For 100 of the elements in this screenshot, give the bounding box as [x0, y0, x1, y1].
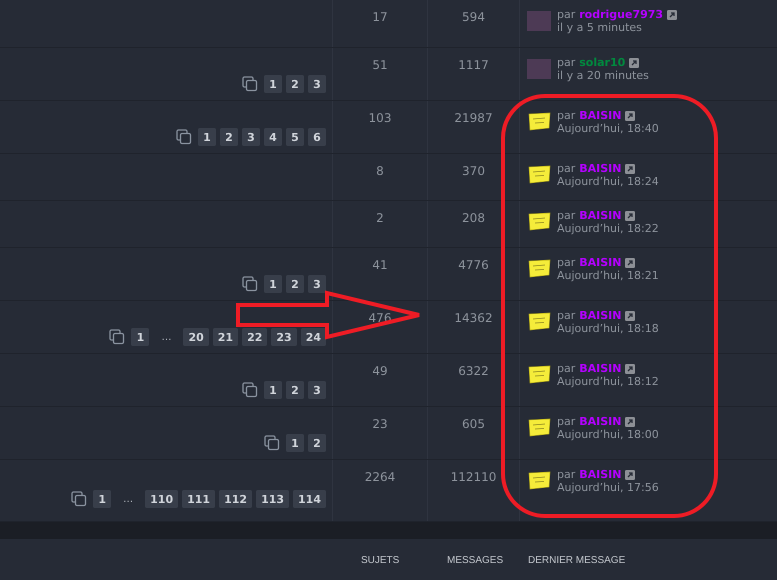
- page-link[interactable]: 3: [308, 75, 326, 93]
- page-link[interactable]: 1: [131, 328, 150, 346]
- page-link[interactable]: 113: [256, 490, 290, 508]
- message-count: 1117: [458, 58, 489, 74]
- post-time: Aujourd’hui, 18:18: [557, 322, 659, 335]
- page-link[interactable]: 4: [264, 128, 282, 146]
- topic-count: 8: [376, 164, 384, 180]
- by-label: par: [557, 209, 576, 222]
- page-link[interactable]: 3: [308, 275, 326, 293]
- page-link[interactable]: 21: [212, 328, 238, 346]
- page-ellipsis: …: [160, 332, 172, 342]
- page-link[interactable]: 24: [300, 328, 326, 346]
- message-count: 21987: [454, 111, 493, 127]
- page-link[interactable]: 1: [264, 381, 282, 399]
- message-count: 208: [462, 211, 485, 227]
- page-link[interactable]: 6: [308, 128, 326, 146]
- by-label: par: [557, 256, 576, 269]
- post-time: Aujourd’hui, 18:22: [557, 222, 659, 235]
- topic-count: 17: [372, 10, 388, 26]
- pages-icon: [109, 329, 126, 345]
- by-label: par: [557, 8, 576, 21]
- page-link[interactable]: 1: [198, 128, 216, 146]
- post-time: Aujourd’hui, 18:40: [557, 122, 659, 135]
- sticky-note-icon: [527, 471, 551, 491]
- go-to-post-icon[interactable]: [625, 470, 636, 480]
- sticky-note-icon: [527, 112, 551, 132]
- by-label: par: [557, 162, 576, 175]
- page-link[interactable]: 2: [286, 275, 304, 293]
- pages-icon: [176, 129, 192, 145]
- post-time: il y a 20 minutes: [557, 69, 649, 82]
- go-to-post-icon[interactable]: [625, 164, 636, 174]
- topic-count: 2264: [364, 470, 396, 486]
- pages-icon: [71, 491, 88, 507]
- topic-count: 51: [372, 58, 388, 74]
- by-label: par: [557, 109, 576, 122]
- avatar-photo: [527, 11, 551, 31]
- by-label: par: [557, 468, 576, 481]
- message-count: 6322: [458, 364, 489, 380]
- message-count: 594: [462, 10, 485, 26]
- by-label: par: [557, 56, 576, 69]
- page-link[interactable]: 23: [271, 328, 297, 346]
- topic-count: 23: [372, 417, 388, 433]
- go-to-post-icon[interactable]: [625, 364, 636, 374]
- message-count: 605: [462, 417, 485, 433]
- post-time: il y a 5 minutes: [557, 21, 643, 34]
- page-link[interactable]: 114: [293, 490, 326, 508]
- go-to-post-icon[interactable]: [629, 58, 640, 68]
- post-time: Aujourd’hui, 18:12: [557, 375, 659, 388]
- page-link[interactable]: 2: [286, 381, 304, 399]
- go-to-post-icon[interactable]: [625, 210, 636, 220]
- column-heading: MESSAGES: [447, 554, 504, 566]
- page-link[interactable]: 3: [242, 128, 260, 146]
- message-count: 370: [462, 164, 485, 180]
- page-link[interactable]: 1: [264, 275, 282, 293]
- by-label: par: [557, 309, 576, 322]
- page-link[interactable]: 1: [286, 434, 304, 452]
- page-link[interactable]: 3: [308, 381, 326, 399]
- topic-count: 103: [368, 111, 392, 127]
- message-count: 4776: [458, 258, 489, 274]
- topic-count: 41: [372, 258, 388, 274]
- pages-icon: [242, 382, 258, 398]
- page-link[interactable]: 22: [242, 328, 268, 346]
- page-link[interactable]: 110: [145, 490, 178, 508]
- go-to-post-icon[interactable]: [667, 10, 678, 20]
- go-to-post-icon[interactable]: [625, 416, 636, 426]
- topic-count: 49: [372, 364, 388, 380]
- pages-icon: [242, 276, 258, 292]
- page-link[interactable]: 112: [219, 490, 252, 508]
- page-link[interactable]: 111: [182, 490, 216, 508]
- page-ellipsis: …: [122, 494, 134, 504]
- page-link[interactable]: 2: [286, 75, 304, 93]
- go-to-post-icon[interactable]: [625, 310, 636, 320]
- go-to-post-icon[interactable]: [625, 110, 636, 120]
- page-link[interactable]: 2: [220, 128, 238, 146]
- by-label: par: [557, 362, 576, 375]
- page-link[interactable]: 5: [286, 128, 304, 146]
- sticky-note-icon: [527, 365, 551, 385]
- message-count: 14362: [454, 311, 493, 327]
- sticky-note-icon: [527, 165, 551, 185]
- column-heading: DERNIER MESSAGE: [528, 554, 626, 566]
- sticky-note-icon: [527, 259, 551, 279]
- sticky-note-icon: [527, 312, 551, 332]
- message-count: 112110: [450, 470, 496, 486]
- by-label: par: [557, 415, 576, 428]
- page-link[interactable]: 2: [308, 434, 326, 452]
- sticky-note-icon: [527, 418, 551, 438]
- page-link[interactable]: 1: [93, 490, 112, 508]
- post-time: Aujourd’hui, 18:00: [557, 428, 659, 441]
- post-time: Aujourd’hui, 18:24: [557, 175, 659, 188]
- topic-count: 2: [376, 211, 384, 227]
- post-time: Aujourd’hui, 17:56: [557, 481, 659, 494]
- pages-icon: [242, 76, 258, 92]
- avatar-photo: [527, 59, 551, 79]
- go-to-post-icon[interactable]: [625, 258, 636, 268]
- pages-icon: [264, 435, 280, 451]
- column-heading: SUJETS: [361, 554, 400, 566]
- sticky-note-icon: [527, 212, 551, 232]
- page-link[interactable]: 20: [183, 328, 209, 346]
- post-time: Aujourd’hui, 18:21: [557, 269, 659, 282]
- page-link[interactable]: 1: [264, 75, 282, 93]
